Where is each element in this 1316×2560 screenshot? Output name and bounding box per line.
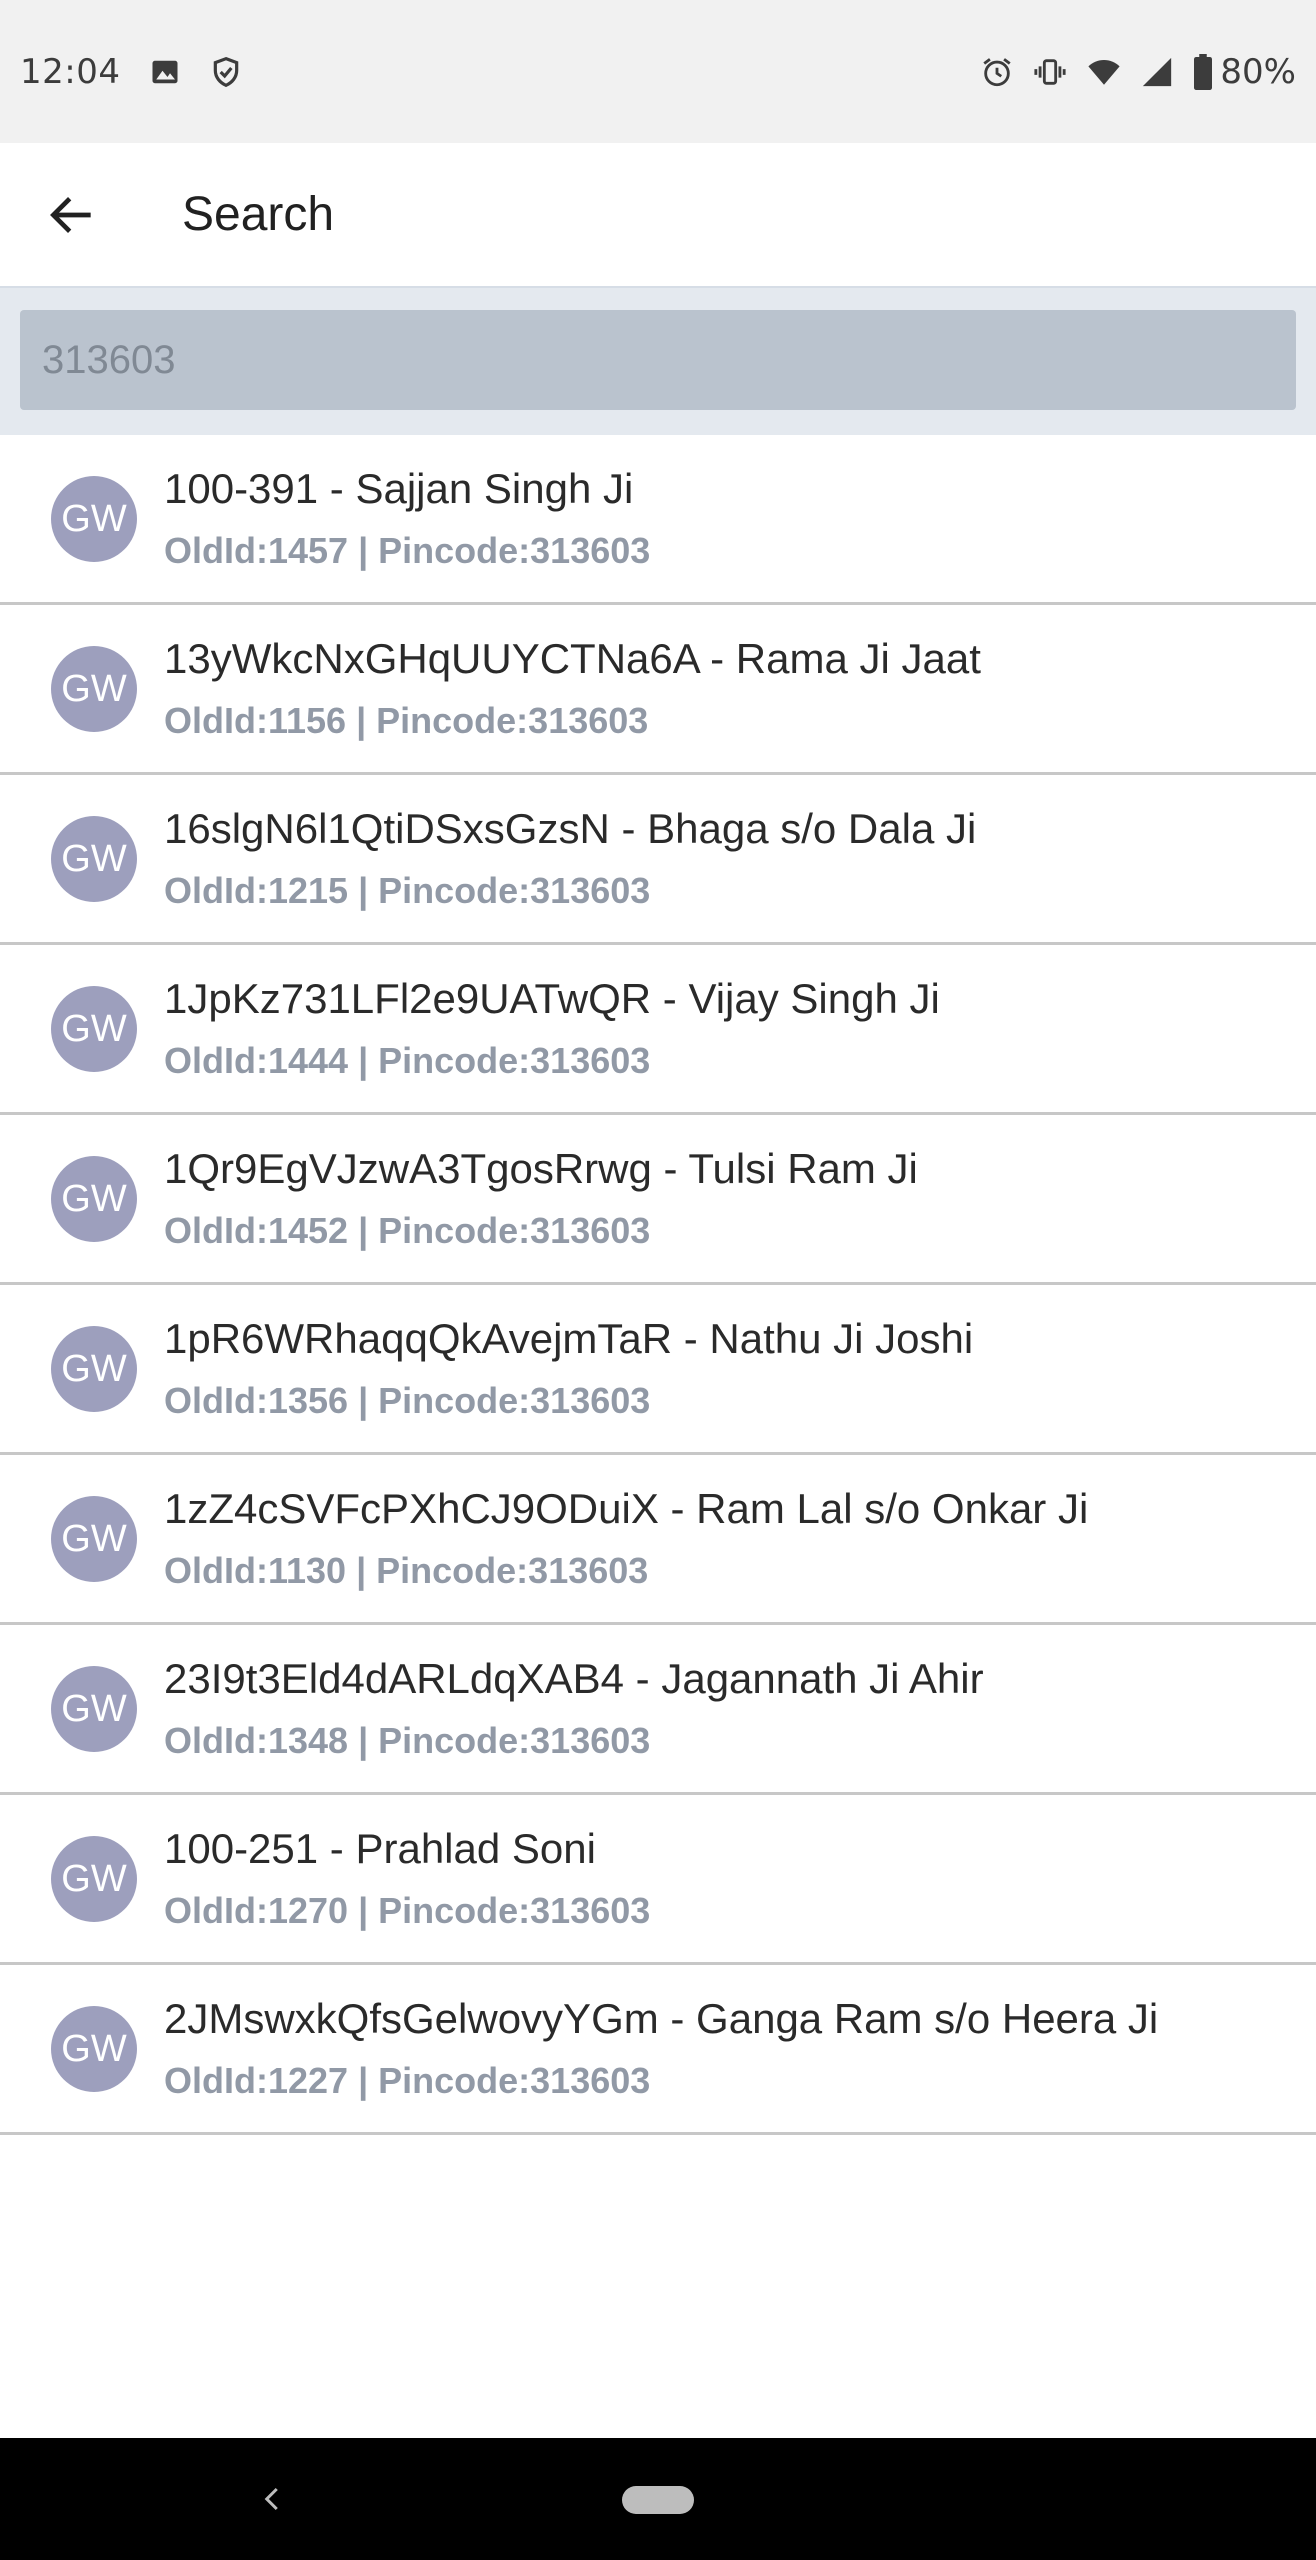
alarm-icon: [980, 55, 1014, 89]
list-item-title: 16slgN6l1QtiDSxsGzsN - Bhaga s/o Dala Ji: [164, 805, 977, 852]
page-title: Search: [182, 188, 335, 241]
list-item-subtitle: OldId:1130 | Pincode:313603: [164, 1550, 649, 1591]
battery-percent: 80%: [1220, 51, 1296, 92]
avatar: GW: [51, 2006, 137, 2092]
navigation-bar: [0, 2438, 1316, 2560]
list-item-subtitle: OldId:1356 | Pincode:313603: [164, 1380, 651, 1421]
back-button[interactable]: [22, 165, 122, 265]
list-item-subtitle: OldId:1156 | Pincode:313603: [164, 700, 649, 741]
list-item-title: 23I9t3Eld4dARLdqXAB4 - Jagannath Ji Ahir: [164, 1655, 984, 1702]
list-item[interactable]: GW 1zZ4cSVFcPXhCJ9ODuiX - Ram Lal s/o On…: [0, 1455, 1316, 1625]
status-left: 12:04: [20, 52, 242, 92]
list-item[interactable]: GW 1JpKz731LFl2e9UATwQR - Vijay Singh Ji…: [0, 945, 1316, 1115]
list-item-title: 1JpKz731LFl2e9UATwQR - Vijay Singh Ji: [164, 975, 940, 1022]
arrow-left-icon: [50, 196, 91, 233]
list-item[interactable]: GW 1Qr9EgVJzwA3TgosRrwg - Tulsi Ram Ji O…: [0, 1115, 1316, 1285]
avatar: GW: [51, 816, 137, 902]
nav-home-button[interactable]: [622, 2486, 694, 2514]
app-bar: Search: [0, 143, 1316, 288]
search-bar: [0, 288, 1316, 435]
shield-icon: [210, 56, 242, 88]
list-item[interactable]: GW 16slgN6l1QtiDSxsGzsN - Bhaga s/o Dala…: [0, 775, 1316, 945]
list-item-subtitle: OldId:1348 | Pincode:313603: [164, 1720, 651, 1761]
vibrate-icon: [1032, 55, 1068, 89]
status-time: 12:04: [20, 51, 121, 92]
avatar: GW: [51, 646, 137, 732]
nav-back-icon: [264, 2487, 278, 2511]
wifi-icon: [1086, 55, 1122, 89]
image-icon: [150, 57, 180, 87]
list-item[interactable]: GW 23I9t3Eld4dARLdqXAB4 - Jagannath Ji A…: [0, 1625, 1316, 1795]
list-item-subtitle: OldId:1457 | Pincode:313603: [164, 530, 651, 571]
list-item-subtitle: OldId:1227 | Pincode:313603: [164, 2060, 651, 2101]
status-right: 80%: [962, 52, 1296, 92]
avatar: GW: [51, 986, 137, 1072]
avatar: GW: [51, 1496, 137, 1582]
list-item-title: 100-391 - Sajjan Singh Ji: [164, 465, 634, 512]
list-item-subtitle: OldId:1452 | Pincode:313603: [164, 1210, 651, 1251]
battery-icon: [1192, 53, 1214, 90]
list-item-title: 1pR6WRhaqqQkAvejmTaR - Nathu Ji Joshi: [164, 1315, 974, 1362]
nav-back-button[interactable]: [248, 2474, 298, 2524]
list-item-title: 13yWkcNxGHqUUYCTNa6A - Rama Ji Jaat: [164, 635, 981, 682]
avatar: GW: [51, 1666, 137, 1752]
avatar: GW: [51, 1156, 137, 1242]
list-item-title: 100-251 - Prahlad Soni: [164, 1825, 596, 1872]
list-item[interactable]: GW 100-391 - Sajjan Singh Ji OldId:1457 …: [0, 435, 1316, 605]
list-item[interactable]: GW 13yWkcNxGHqUUYCTNa6A - Rama Ji Jaat O…: [0, 605, 1316, 775]
avatar: GW: [51, 476, 137, 562]
search-input[interactable]: [20, 310, 1296, 410]
list-item[interactable]: GW 1pR6WRhaqqQkAvejmTaR - Nathu Ji Joshi…: [0, 1285, 1316, 1455]
list-item-title: 1zZ4cSVFcPXhCJ9ODuiX - Ram Lal s/o Onkar…: [164, 1485, 1089, 1532]
list-item-subtitle: OldId:1270 | Pincode:313603: [164, 1890, 651, 1931]
status-bar: 12:04 80%: [0, 0, 1316, 143]
list-item[interactable]: GW 2JMswxkQfsGelwovyYGm - Ganga Ram s/o …: [0, 1965, 1316, 2135]
list-item-subtitle: OldId:1444 | Pincode:313603: [164, 1040, 651, 1081]
list-item-title: 2JMswxkQfsGelwovyYGm - Ganga Ram s/o Hee…: [164, 1995, 1159, 2042]
list-item-subtitle: OldId:1215 | Pincode:313603: [164, 870, 651, 911]
results-list: GW 100-391 - Sajjan Singh Ji OldId:1457 …: [0, 435, 1316, 2135]
list-item-title: 1Qr9EgVJzwA3TgosRrwg - Tulsi Ram Ji: [164, 1145, 918, 1192]
list-item[interactable]: GW 100-251 - Prahlad Soni OldId:1270 | P…: [0, 1795, 1316, 1965]
signal-icon: [1140, 55, 1174, 89]
avatar: GW: [51, 1836, 137, 1922]
avatar: GW: [51, 1326, 137, 1412]
